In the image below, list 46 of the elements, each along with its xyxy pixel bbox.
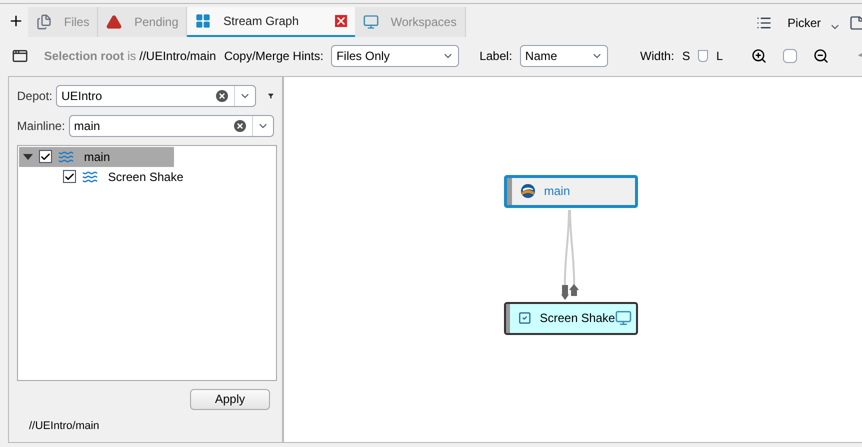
window-icon[interactable] — [848, 15, 862, 32]
clear-icon[interactable] — [214, 88, 230, 104]
apply-button[interactable]: Apply — [190, 388, 270, 410]
slider-label: L — [716, 48, 723, 66]
tree-label: main — [84, 148, 110, 166]
picker-button[interactable]: Picker — [788, 14, 821, 32]
stream-icon — [58, 148, 74, 164]
dropdown[interactable]: Files Only — [331, 45, 460, 68]
triangle-icon — [106, 14, 122, 30]
checkbox[interactable] — [63, 170, 76, 183]
dropdown[interactable]: Name — [520, 45, 608, 68]
field-label: Copy/Merge Hints: — [224, 48, 324, 66]
combo-field[interactable]: main — [69, 114, 274, 136]
panel-icon[interactable] — [12, 48, 28, 64]
tree-label: Screen Shake — [108, 168, 184, 186]
stream-node[interactable]: Screen Shake — [504, 302, 638, 334]
tab[interactable]: Stream Graph — [187, 7, 355, 38]
list-icon[interactable] — [756, 15, 772, 32]
checkbox[interactable] — [782, 49, 797, 64]
combo-field[interactable]: UEIntro — [56, 84, 256, 106]
field-label: Depot: — [17, 88, 52, 104]
selection-root-text: Selection root is //UEIntro/main — [44, 48, 216, 66]
task-icon — [518, 310, 532, 326]
tree-item[interactable]: Screen Shake — [19, 166, 184, 186]
stream-node[interactable]: main — [504, 174, 638, 208]
node-label: main — [544, 183, 570, 200]
slider-thumb[interactable] — [698, 50, 708, 62]
tree-item[interactable]: main — [19, 146, 174, 166]
node-label: Screen Shake — [540, 310, 616, 327]
stream-logo-icon — [520, 183, 536, 199]
close-icon[interactable] — [334, 15, 347, 28]
field-label: Mainline: — [17, 118, 66, 134]
zoom-in-icon[interactable] — [750, 48, 767, 64]
monitor-icon — [615, 308, 632, 328]
slider-label: S — [682, 48, 690, 66]
status-path: //UEIntro/main — [28, 418, 100, 434]
field-label: Label: — [479, 48, 512, 66]
files-icon — [36, 14, 52, 30]
checkbox[interactable] — [39, 150, 52, 163]
monitor-icon — [362, 14, 379, 30]
expander-icon[interactable] — [23, 152, 33, 162]
zoom-out-icon[interactable] — [812, 48, 829, 64]
clear-icon[interactable] — [232, 118, 248, 134]
stream-icon — [82, 168, 98, 184]
grid-icon — [195, 13, 212, 30]
field-label: Width: — [640, 48, 674, 66]
